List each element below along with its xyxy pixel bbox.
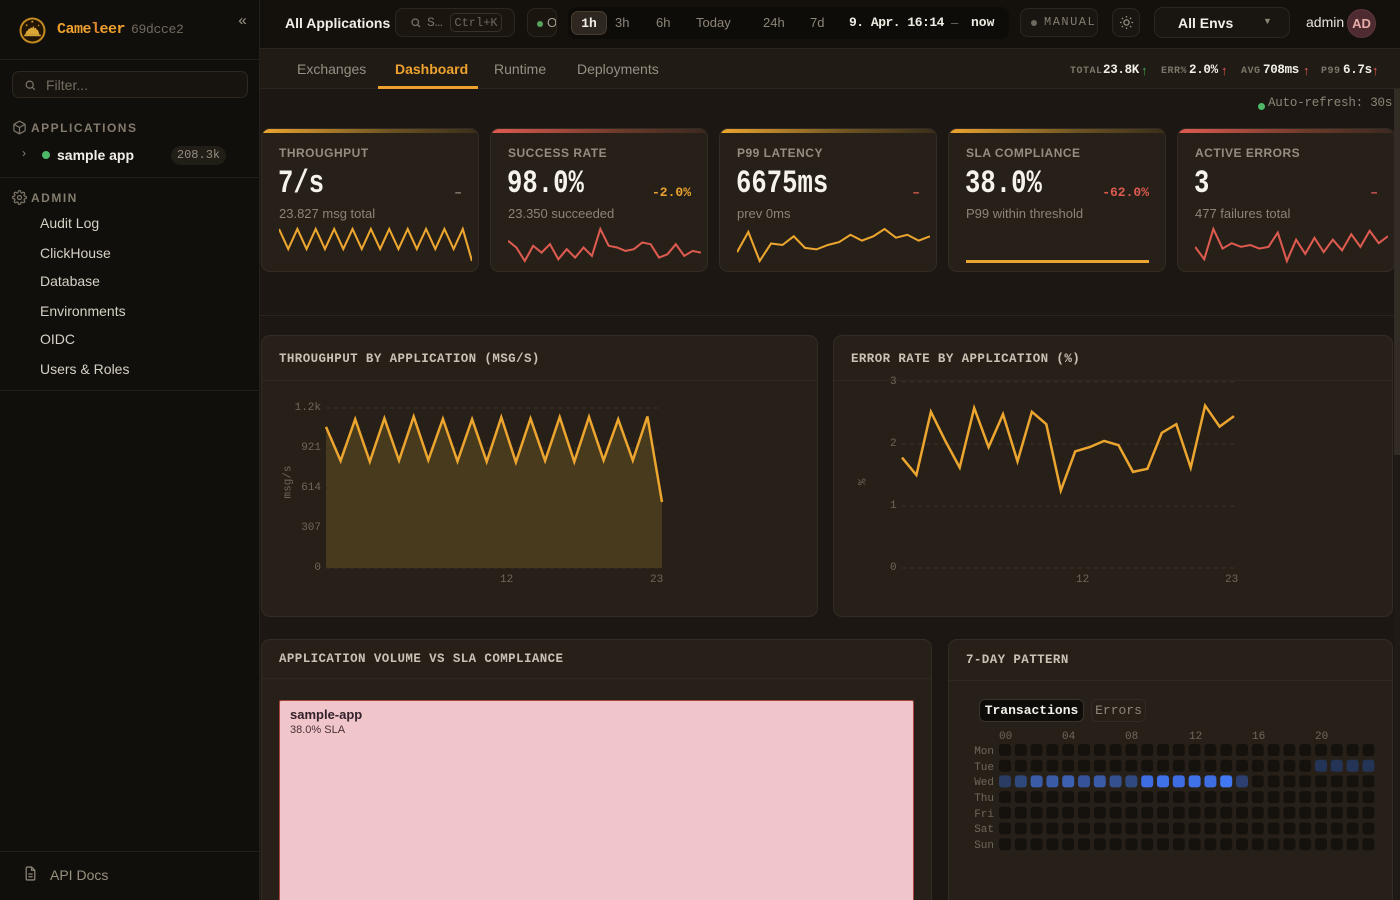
- svg-text:Mon: Mon: [974, 746, 994, 758]
- svg-text:08: 08: [1125, 731, 1138, 743]
- svg-text:12: 12: [1189, 731, 1202, 743]
- svg-text:Fri: Fri: [974, 809, 994, 821]
- svg-text:Thu: Thu: [974, 793, 994, 805]
- svg-text:16: 16: [1252, 731, 1265, 743]
- svg-text:Sat: Sat: [974, 824, 994, 836]
- svg-text:20: 20: [1315, 731, 1328, 743]
- svg-text:04: 04: [1062, 731, 1076, 743]
- svg-text:00: 00: [999, 731, 1012, 743]
- svg-text:Sun: Sun: [974, 840, 994, 852]
- svg-text:Wed: Wed: [974, 777, 994, 789]
- svg-text:Tue: Tue: [974, 762, 994, 774]
